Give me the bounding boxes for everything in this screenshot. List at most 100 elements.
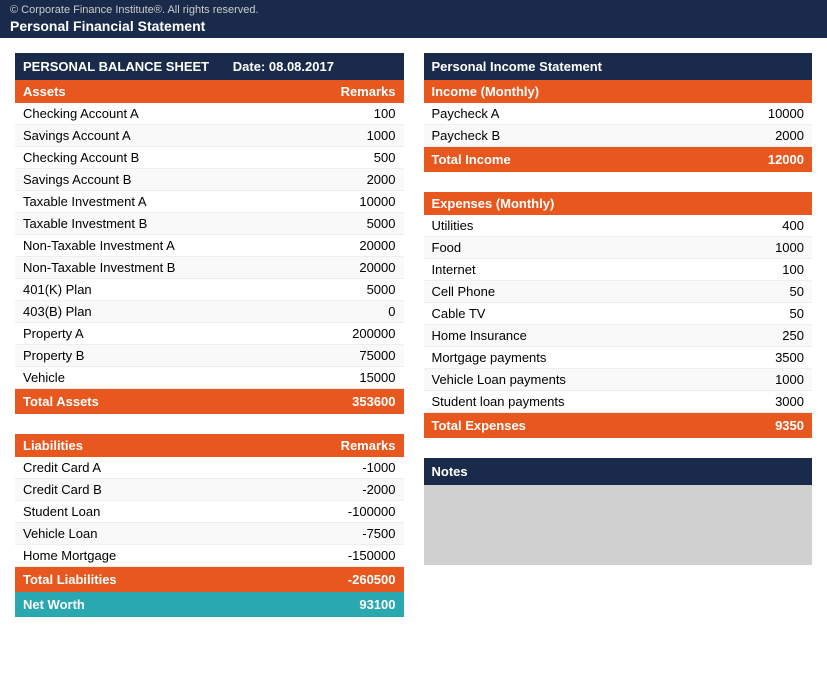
liability-name: Credit Card A [15,457,251,479]
asset-row: Property B75000 [15,345,404,367]
expense-value: 100 [723,259,812,281]
liability-row: Vehicle Loan-7500 [15,523,404,545]
asset-value: 0 [288,301,403,323]
remarks-col-header: Remarks [288,80,403,103]
asset-name: 401(K) Plan [15,279,288,301]
asset-name: Property A [15,323,288,345]
balance-sheet-header: PERSONAL BALANCE SHEET Date: 08.08.2017 [15,53,404,80]
liability-value: -150000 [251,545,404,567]
total-expenses-row: Total Expenses 9350 [424,413,813,439]
asset-value: 20000 [288,257,403,279]
asset-name: Savings Account B [15,169,288,191]
expense-value: 1000 [723,369,812,391]
income-statement-header: Personal Income Statement [424,53,813,80]
liability-value: -100000 [251,501,404,523]
asset-row: Vehicle15000 [15,367,404,389]
notes-body[interactable] [424,485,813,565]
asset-name: Checking Account A [15,103,288,125]
expense-name: Utilities [424,215,723,237]
liability-row: Credit Card A-1000 [15,457,404,479]
total-liabilities-label: Total Liabilities [15,567,251,593]
app-title: Personal Financial Statement [10,18,817,34]
asset-row: Savings Account B2000 [15,169,404,191]
income-row: Paycheck A10000 [424,103,813,125]
expense-row: Food1000 [424,237,813,259]
income-value: 2000 [674,125,812,147]
asset-value: 75000 [288,345,403,367]
liability-value: -7500 [251,523,404,545]
assets-col-header: Assets [15,80,288,103]
expense-value: 50 [723,281,812,303]
notes-table: Notes [424,458,813,565]
total-assets-label: Total Assets [15,389,288,415]
asset-name: Taxable Investment B [15,213,288,235]
asset-row: Taxable Investment B5000 [15,213,404,235]
asset-value: 20000 [288,235,403,257]
liability-row: Home Mortgage-150000 [15,545,404,567]
asset-value: 1000 [288,125,403,147]
expense-name: Cell Phone [424,281,723,303]
liabilities-remarks-header: Remarks [251,434,404,457]
asset-row: Property A200000 [15,323,404,345]
expense-row: Home Insurance250 [424,325,813,347]
asset-name: 403(B) Plan [15,301,288,323]
liability-row: Credit Card B-2000 [15,479,404,501]
expense-name: Internet [424,259,723,281]
total-liabilities-value: -260500 [251,567,404,593]
net-worth-row: Net Worth 93100 [15,592,404,617]
asset-row: 401(K) Plan5000 [15,279,404,301]
notes-header: Notes [424,458,813,485]
liability-name: Credit Card B [15,479,251,501]
expense-row: Mortgage payments3500 [424,347,813,369]
main-content: PERSONAL BALANCE SHEET Date: 08.08.2017 … [0,38,827,632]
expense-name: Student loan payments [424,391,723,413]
notes-body-row [424,485,813,565]
expenses-table: Expenses (Monthly) Utilities400Food1000I… [424,192,813,438]
copyright-text: © Corporate Finance Institute®. All righ… [10,4,817,16]
asset-value: 5000 [288,279,403,301]
total-income-row: Total Income 12000 [424,147,813,173]
income-value: 10000 [674,103,812,125]
asset-value: 5000 [288,213,403,235]
income-name: Paycheck A [424,103,675,125]
expense-name: Cable TV [424,303,723,325]
expense-row: Vehicle Loan payments1000 [424,369,813,391]
liability-row: Student Loan-100000 [15,501,404,523]
liability-name: Student Loan [15,501,251,523]
expense-row: Utilities400 [424,215,813,237]
expense-value: 1000 [723,237,812,259]
expense-value: 400 [723,215,812,237]
expense-row: Internet100 [424,259,813,281]
asset-value: 100 [288,103,403,125]
expense-value: 50 [723,303,812,325]
expense-value: 3000 [723,391,812,413]
asset-name: Non-Taxable Investment B [15,257,288,279]
asset-row: Checking Account A100 [15,103,404,125]
income-statement-table: Personal Income Statement Income (Monthl… [424,53,813,172]
total-income-value: 12000 [674,147,812,173]
asset-row: Non-Taxable Investment A20000 [15,235,404,257]
asset-row: Checking Account B500 [15,147,404,169]
asset-name: Checking Account B [15,147,288,169]
asset-row: Savings Account A1000 [15,125,404,147]
expense-name: Mortgage payments [424,347,723,369]
asset-name: Non-Taxable Investment A [15,235,288,257]
liabilities-col-header: Liabilities [15,434,251,457]
expense-row: Student loan payments3000 [424,391,813,413]
expense-row: Cable TV50 [424,303,813,325]
liability-value: -2000 [251,479,404,501]
asset-name: Taxable Investment A [15,191,288,213]
gap [15,414,404,434]
expense-value: 3500 [723,347,812,369]
total-expenses-value: 9350 [723,413,812,439]
right-panel: Personal Income Statement Income (Monthl… [424,53,813,617]
asset-value: 10000 [288,191,403,213]
expense-name: Food [424,237,723,259]
liabilities-table: Liabilities Remarks Credit Card A-1000Cr… [15,434,404,617]
asset-value: 500 [288,147,403,169]
total-liabilities-row: Total Liabilities -260500 [15,567,404,593]
asset-value: 15000 [288,367,403,389]
net-worth-value: 93100 [251,592,404,617]
top-bar: © Corporate Finance Institute®. All righ… [0,0,827,38]
expense-name: Vehicle Loan payments [424,369,723,391]
